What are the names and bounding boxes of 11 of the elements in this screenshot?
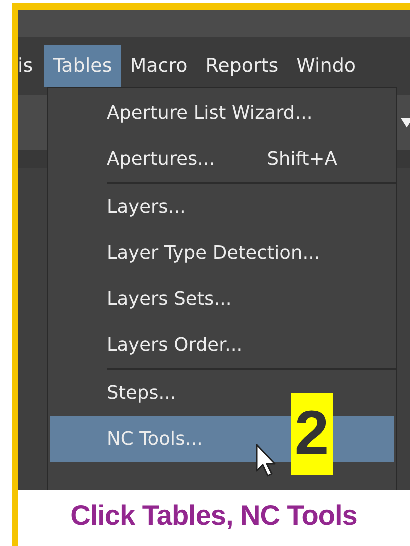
menu-item-label: Layer Type Detection... <box>107 242 320 264</box>
menu-item-label: NC Tools... <box>107 428 203 450</box>
instruction-caption: Click Tables, NC Tools <box>70 499 358 532</box>
menu-item-label: Steps... <box>107 382 176 404</box>
menu-item-label: Layers... <box>107 196 186 218</box>
menu-item-label: Layers Order... <box>107 334 243 356</box>
menu-item-label: Layers Sets... <box>107 288 232 310</box>
shortcut-label: Shift+A <box>267 148 338 170</box>
menu-item-label: Aperture List Wizard... <box>107 102 313 124</box>
menu-item-label: Apertures... <box>107 148 216 170</box>
step-number: 2 <box>291 393 333 475</box>
